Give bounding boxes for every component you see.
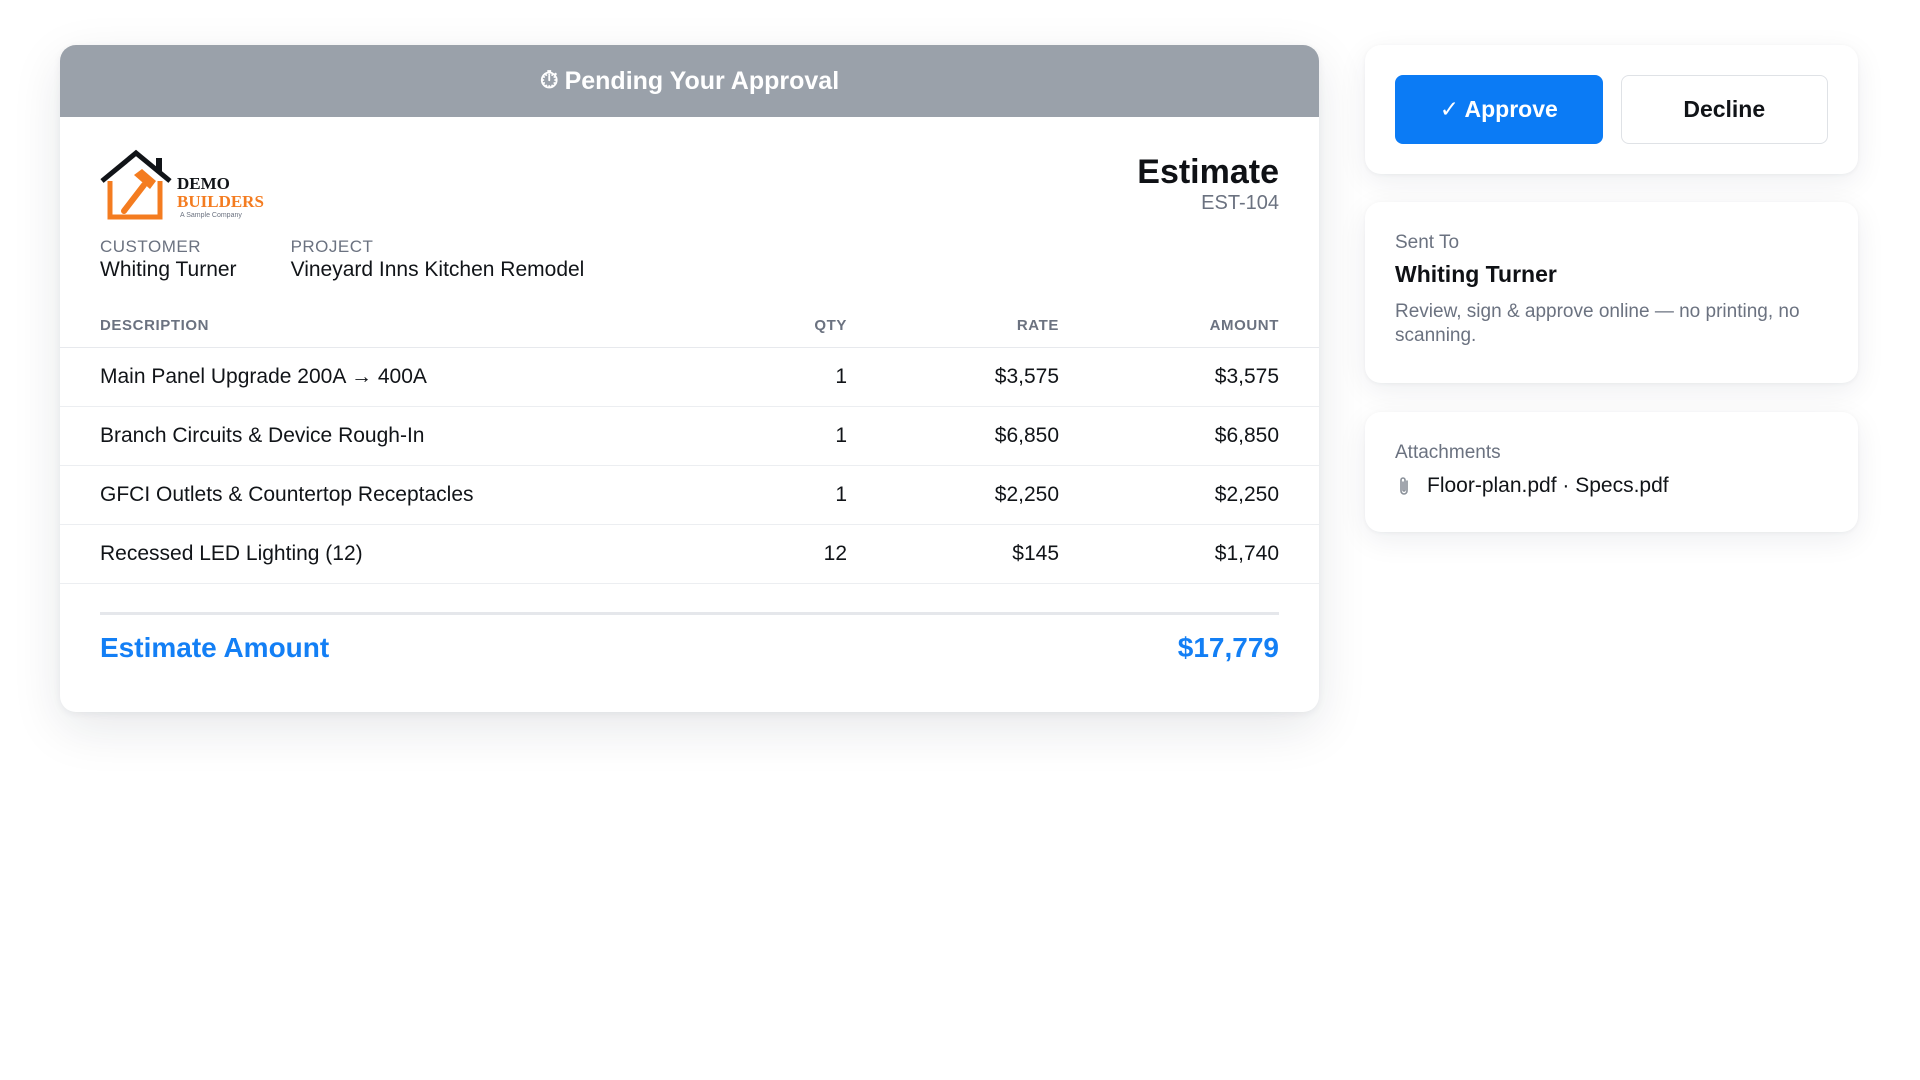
table-header: DESCRIPTION QTY RATE AMOUNT [60, 311, 1319, 348]
customer-value: Whiting Turner [100, 258, 237, 281]
row-description: Branch Circuits & Device Rough-In [100, 424, 425, 447]
row-rate: $2,250 [994, 483, 1059, 506]
table-row: GFCI Outlets & Countertop Receptacles 1 … [60, 466, 1319, 525]
estimate-header: DEMO BUILDERS A Sample Company Estimate … [100, 117, 1279, 237]
paperclip-icon [1400, 477, 1408, 495]
row-qty: 12 [823, 542, 847, 565]
row-amount: $3,575 [1214, 365, 1279, 388]
project-block: PROJECT Vineyard Inns Kitchen Remodel [291, 237, 585, 283]
row-qty: 1 [835, 424, 847, 447]
row-rate: $3,575 [994, 365, 1059, 388]
sent-to-label: Sent To [1395, 232, 1460, 253]
attachment-list[interactable]: Floor-plan.pdf · Specs.pdf [1395, 474, 1828, 498]
company-name-line2: BUILDERS [177, 192, 264, 211]
page: ⏱ Pending Your Approval DEMO BUILDERS A … [0, 0, 1920, 1080]
document-number: EST-104 [1201, 192, 1279, 214]
document-title-block: Estimate EST-104 [1137, 152, 1279, 214]
table-row: Recessed LED Lighting (12) 12 $145 $1,74… [60, 525, 1319, 584]
approval-actions-panel: ✓ Approve Decline [1365, 45, 1858, 174]
row-qty: 1 [835, 483, 847, 506]
attachments-label: Attachments [1395, 442, 1501, 463]
line-items-table: DESCRIPTION QTY RATE AMOUNT Main Panel U… [60, 311, 1319, 584]
row-rate: $145 [1012, 542, 1059, 565]
estimate-body: DEMO BUILDERS A Sample Company Estimate … [60, 117, 1319, 681]
column-header-qty: QTY [814, 316, 847, 334]
customer-block: CUSTOMER Whiting Turner [100, 237, 237, 283]
project-label: PROJECT [290, 237, 374, 256]
column-header-amount: AMOUNT [1209, 316, 1279, 334]
table-row: Main Panel Upgrade 200A → 400A 1 $3,575 … [60, 348, 1319, 407]
row-rate: $6,850 [994, 424, 1059, 447]
estimate-card: ⏱ Pending Your Approval DEMO BUILDERS A … [60, 45, 1319, 712]
estimate-meta: CUSTOMER Whiting Turner PROJECT Vineyard… [100, 237, 1279, 283]
approve-button[interactable]: ✓ Approve [1395, 75, 1603, 144]
company-tagline: A Sample Company [180, 212, 242, 219]
row-amount: $1,740 [1214, 542, 1279, 565]
row-amount: $2,250 [1214, 483, 1279, 506]
total-label: Estimate Amount [100, 632, 330, 663]
customer-label: CUSTOMER [100, 237, 201, 256]
sent-to-panel: Sent To Whiting Turner Review, sign & ap… [1365, 202, 1858, 383]
estimate-total: Estimate Amount $17,779 [100, 612, 1279, 681]
company-logo: DEMO BUILDERS A Sample Company [100, 149, 264, 220]
row-description: GFCI Outlets & Countertop Receptacles [100, 483, 474, 506]
column-header-rate: RATE [1016, 316, 1059, 334]
total-value: $17,779 [1177, 632, 1279, 663]
status-text: Pending Your Approval [564, 66, 840, 95]
sent-to-note: Review, sign & approve online — no print… [1395, 301, 1800, 346]
decline-button[interactable]: Decline [1620, 75, 1828, 144]
column-header-description: DESCRIPTION [100, 316, 210, 334]
row-qty: 1 [835, 365, 847, 388]
row-amount: $6,850 [1214, 424, 1279, 447]
attachments-panel: Attachments Floor-plan.pdf · Specs.pdf [1365, 412, 1858, 532]
table-row: Branch Circuits & Device Rough-In 1 $6,8… [60, 407, 1319, 466]
row-description: Main Panel Upgrade 200A → 400A [100, 365, 427, 388]
company-name-line1: DEMO [177, 174, 230, 193]
status-banner: ⏱ Pending Your Approval [60, 45, 1319, 117]
document-title: Estimate [1137, 153, 1279, 191]
project-value: Vineyard Inns Kitchen Remodel [290, 258, 585, 281]
attachment-files[interactable]: Floor-plan.pdf · Specs.pdf [1427, 474, 1669, 498]
stopwatch-icon: ⏱ [539, 67, 559, 94]
row-description: Recessed LED Lighting (12) [100, 542, 363, 565]
recipient-name: Whiting Turner [1395, 261, 1557, 287]
